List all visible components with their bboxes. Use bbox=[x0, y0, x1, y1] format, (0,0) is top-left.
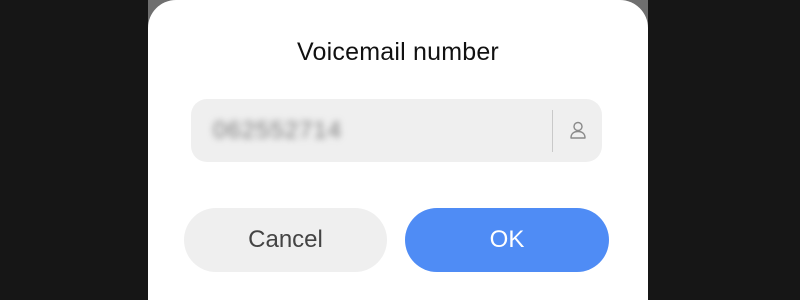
dialog-title: Voicemail number bbox=[297, 38, 499, 66]
contact-picker-button[interactable] bbox=[561, 113, 595, 147]
cancel-button[interactable]: Cancel bbox=[184, 208, 387, 272]
voicemail-number-field[interactable]: 062552714 bbox=[191, 99, 602, 162]
voicemail-dialog: Voicemail number 062552714 Cancel OK bbox=[148, 0, 648, 300]
field-divider bbox=[552, 110, 553, 152]
voicemail-number-value[interactable]: 062552714 bbox=[213, 117, 342, 145]
person-icon bbox=[570, 121, 586, 139]
ok-button[interactable]: OK bbox=[405, 208, 609, 272]
